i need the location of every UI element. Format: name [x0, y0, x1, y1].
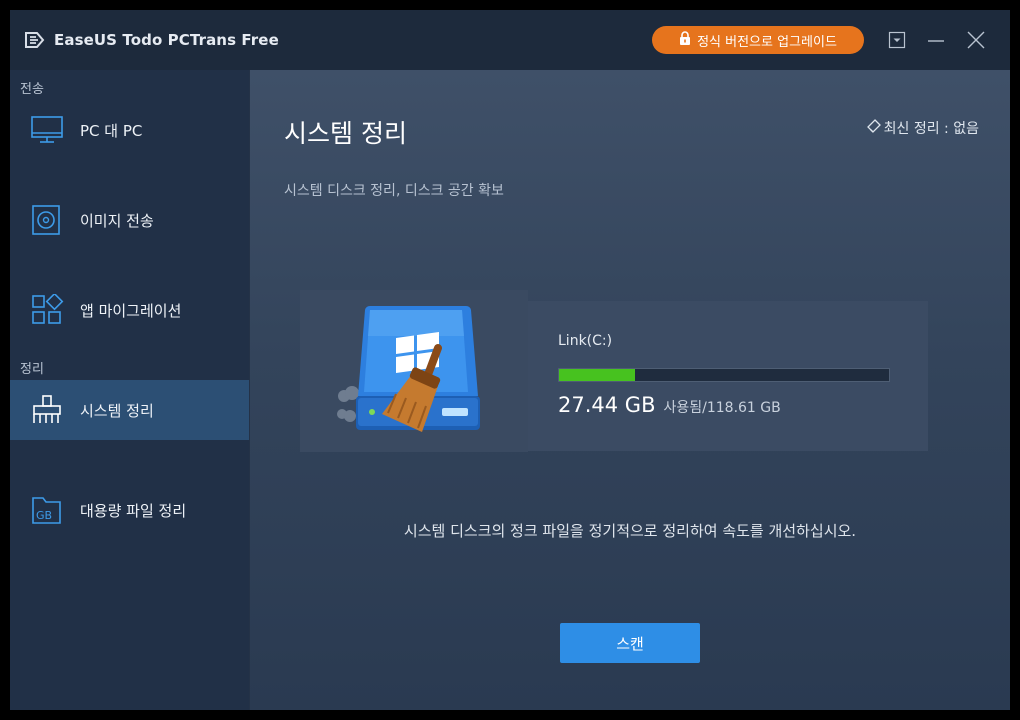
sidebar-item-system-cleanup[interactable]: 시스템 정리 — [10, 380, 249, 440]
sidebar-item-label: 앱 마이그레이션 — [80, 302, 182, 320]
sidebar-item-label: PC 대 PC — [80, 122, 143, 140]
sidebar-item-large-file-cleanup[interactable]: GB 대용량 파일 정리 — [10, 480, 249, 540]
close-icon[interactable] — [964, 28, 988, 52]
drive-illustration-card — [300, 290, 528, 452]
upgrade-label: 정식 버전으로 업그레이드 — [697, 34, 837, 50]
cleanup-drive-illustration-icon — [330, 296, 480, 450]
eraser-icon — [866, 119, 881, 137]
disk-usage-bar — [558, 368, 890, 382]
dropdown-menu-icon[interactable] — [885, 28, 909, 52]
apps-grid-icon — [30, 292, 64, 326]
minimize-icon[interactable] — [924, 28, 948, 52]
total-space-value: /118.61 GB — [702, 400, 781, 416]
sidebar-item-image-transfer[interactable]: 이미지 전송 — [10, 190, 249, 250]
sidebar-item-app-migration[interactable]: 앱 마이그레이션 — [10, 280, 249, 340]
section-label-cleanup: 정리 — [20, 362, 44, 377]
last-clean-text: 최신 정리 : 없음 — [883, 121, 979, 137]
section-label-transfer: 전송 — [20, 82, 44, 97]
cleanup-description: 시스템 디스크의 정크 파일을 정기적으로 정리하여 속도를 개선하십시오. — [403, 522, 857, 540]
gb-folder-icon: GB — [30, 494, 64, 526]
sidebar-item-pc-to-pc[interactable]: PC 대 PC — [10, 100, 249, 160]
sidebar-item-label: 이미지 전송 — [80, 212, 154, 230]
easeus-logo-icon — [24, 30, 46, 54]
app-title: EaseUS Todo PCTrans Free — [54, 31, 279, 49]
page-subtitle: 시스템 디스크 정리, 디스크 공간 확보 — [284, 183, 504, 199]
sidebar: 전송 PC 대 PC 이미지 전송 앱 마이그레이션 정리 시스템 정리 GB … — [10, 70, 249, 710]
disk-usage-text: 27.44 GB 사용됨 /118.61 GB — [558, 393, 781, 417]
disc-icon — [30, 204, 64, 236]
app-window: EaseUS Todo PCTrans Free 정식 버전으로 업그레이드 전… — [10, 10, 1010, 710]
broom-icon — [30, 394, 64, 426]
used-space-label: 사용됨 — [663, 400, 703, 416]
lock-icon — [679, 31, 691, 49]
page-title: 시스템 정리 — [284, 119, 407, 148]
upgrade-button[interactable]: 정식 버전으로 업그레이드 — [652, 26, 864, 54]
monitor-icon — [30, 114, 64, 146]
drive-name: Link(C:) — [558, 333, 613, 349]
svg-text:GB: GB — [36, 509, 52, 522]
scan-button[interactable]: 스캔 — [560, 623, 700, 663]
used-space-value: 27.44 GB — [558, 393, 656, 417]
last-clean-status: 최신 정리 : 없음 — [866, 118, 979, 138]
sidebar-item-label: 대용량 파일 정리 — [80, 502, 187, 520]
title-bar: EaseUS Todo PCTrans Free 정식 버전으로 업그레이드 — [10, 10, 1010, 70]
disk-usage-fill — [559, 369, 636, 381]
main-panel: 시스템 정리 최신 정리 : 없음 시스템 디스크 정리, 디스크 공간 확보 — [250, 70, 1010, 710]
drive-info-card: Link(C:) 27.44 GB 사용됨 /118.61 GB — [528, 301, 928, 451]
sidebar-item-label: 시스템 정리 — [80, 402, 154, 420]
